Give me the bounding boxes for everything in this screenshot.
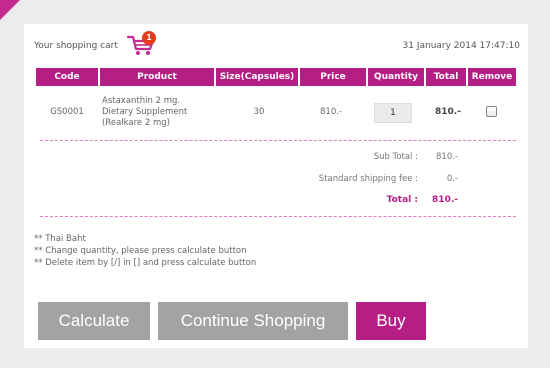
quantity-input[interactable]: 1 bbox=[374, 103, 412, 123]
subtotal-value: 810.- bbox=[436, 152, 458, 162]
column-header-price: Price bbox=[300, 68, 366, 86]
column-header-remove: Remove bbox=[468, 68, 516, 86]
divider bbox=[40, 140, 516, 141]
calculate-button[interactable]: Calculate bbox=[38, 302, 150, 340]
note-delete-item: ** Delete item by [/] in [] and press ca… bbox=[34, 258, 257, 268]
product-name: Astaxanthin 2 mg. Dietary Supplement (Re… bbox=[102, 96, 214, 129]
cart-label: Your shopping cart bbox=[34, 41, 118, 51]
divider bbox=[40, 216, 516, 217]
product-price: 810.- bbox=[320, 107, 342, 117]
continue-shopping-button[interactable]: Continue Shopping bbox=[158, 302, 348, 340]
note-change-quantity: ** Change quantity, please press calcula… bbox=[34, 246, 247, 256]
table-header: Code Product Size(Capsules) Price Quanti… bbox=[36, 68, 516, 86]
row-total: 810.- bbox=[435, 107, 461, 117]
note-currency: ** Thai Baht bbox=[34, 234, 86, 244]
product-size: 30 bbox=[253, 107, 265, 117]
column-header-code: Code bbox=[36, 68, 98, 86]
product-code: GS0001 bbox=[50, 107, 84, 117]
product-name-line: Dietary Supplement bbox=[102, 107, 188, 117]
shipping-value: 0.- bbox=[446, 174, 458, 184]
column-header-product: Product bbox=[100, 68, 214, 86]
column-header-size: Size(Capsules) bbox=[216, 68, 298, 86]
total-value: 810.- bbox=[432, 195, 458, 205]
subtotal-label: Sub Total : bbox=[373, 152, 418, 162]
column-header-total: Total bbox=[426, 68, 466, 86]
product-name-line: Astaxanthin 2 mg. bbox=[102, 96, 181, 106]
table-row: GS0001 Astaxanthin 2 mg. Dietary Supplem… bbox=[36, 94, 516, 132]
remove-checkbox[interactable] bbox=[486, 106, 497, 117]
shopping-cart-panel: Your shopping cart 1 31 January 2014 17:… bbox=[24, 24, 528, 348]
datetime: 31 January 2014 17:47:10 bbox=[402, 41, 520, 51]
buy-button[interactable]: Buy bbox=[356, 302, 426, 340]
product-name-line: (Realkare 2 mg) bbox=[102, 118, 170, 128]
total-label: Total : bbox=[386, 195, 418, 205]
shipping-label: Standard shipping fee : bbox=[318, 174, 418, 184]
cart-count-badge: 1 bbox=[142, 31, 156, 45]
column-header-quantity: Quantity bbox=[368, 68, 424, 86]
corner-decoration bbox=[0, 0, 20, 20]
